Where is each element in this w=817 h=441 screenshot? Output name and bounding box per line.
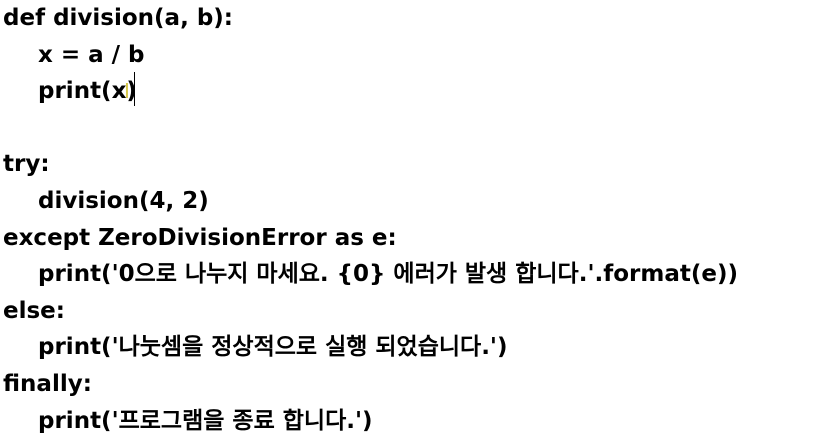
code-line-print-x[interactable]: print(x): [38, 73, 137, 109]
code-editor[interactable]: def division(a, b): x = a / b print(x) t…: [0, 0, 817, 441]
text-cursor-icon: I: [124, 79, 130, 103]
code-line-end-print[interactable]: print('프로그램을 종료 합니다.'): [38, 403, 373, 439]
code-line-try[interactable]: try:: [3, 146, 50, 182]
code-line-error-print[interactable]: print('0으로 나누지 마세요. {0} 에러가 발생 합니다.'.for…: [38, 256, 738, 292]
code-line-except[interactable]: except ZeroDivisionError as e:: [3, 220, 397, 256]
code-line-assign[interactable]: x = a / b: [38, 37, 145, 73]
code-line-finally[interactable]: finally:: [3, 366, 92, 402]
code-line-else[interactable]: else:: [3, 293, 65, 329]
text-cursor: [134, 72, 135, 106]
code-line-division-call[interactable]: division(4, 2): [38, 183, 209, 219]
code-line-def[interactable]: def division(a, b):: [3, 0, 233, 36]
code-line-success-print[interactable]: print('나눗셈을 정상적으로 실행 되었습니다.'): [38, 329, 508, 365]
